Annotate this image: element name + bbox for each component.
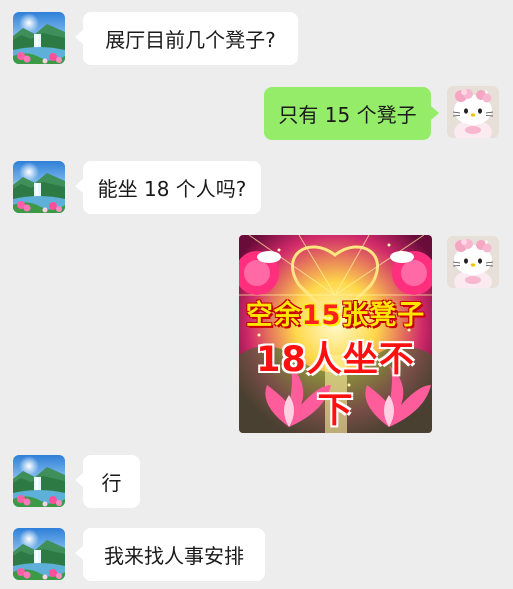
message-text: 能坐 18 个人吗? [97,177,247,201]
landscape-waterfall-avatar-icon [13,12,65,64]
contact-avatar[interactable] [13,528,65,580]
message-bubble-incoming[interactable]: 展厅目前几个凳子? [83,12,298,65]
landscape-waterfall-avatar-icon [13,528,65,580]
bubble-tail [75,179,83,193]
bubble-tail [75,473,83,487]
sticker-caption-line1: 空余15张凳子 [239,293,432,332]
landscape-waterfall-avatar-icon [13,161,65,213]
contact-avatar[interactable] [13,161,65,213]
message-text: 只有 15 个凳子 [278,103,417,127]
message-bubble-incoming[interactable]: 行 [83,455,140,508]
hello-kitty-avatar-icon [447,236,499,288]
message-bubble-outgoing[interactable]: 只有 15 个凳子 [264,87,431,140]
message-text: 行 [101,471,122,495]
sticker-caption-line2: 18人坐不下 [256,340,415,431]
sticker-caption-number: 15 [301,300,342,331]
bubble-tail [75,30,83,44]
bubble-tail [75,546,83,560]
message-text: 我来找人事安排 [104,544,244,568]
hello-kitty-avatar-icon [447,86,499,138]
contact-avatar[interactable] [13,455,65,507]
self-avatar[interactable] [447,86,499,138]
self-avatar[interactable] [447,236,499,288]
contact-avatar[interactable] [13,12,65,64]
sticker-caption-part: 空余 [245,300,302,331]
bubble-tail [431,106,439,120]
sticker-image[interactable]: 空余15张凳子 18人坐不下 [239,235,432,433]
message-bubble-incoming[interactable]: 我来找人事安排 [83,528,265,581]
message-bubble-incoming[interactable]: 能坐 18 个人吗? [83,161,261,214]
sticker-caption-part: 张凳子 [341,300,426,331]
landscape-waterfall-avatar-icon [13,455,65,507]
message-text: 展厅目前几个凳子? [105,28,276,52]
